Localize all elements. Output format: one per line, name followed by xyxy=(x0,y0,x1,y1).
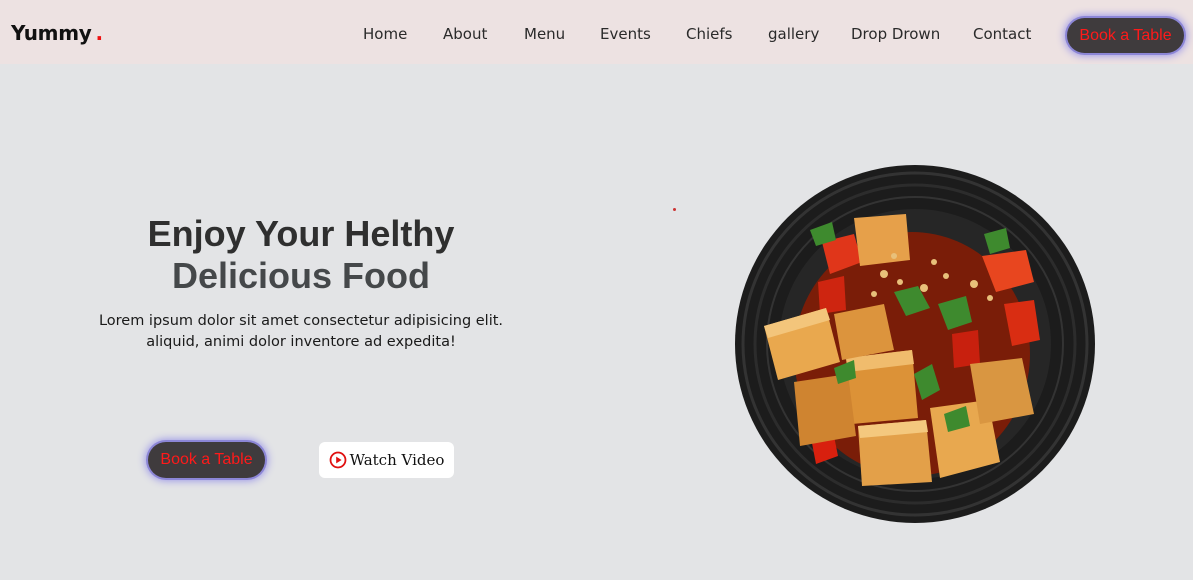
nav-item-menu[interactable]: Menu xyxy=(524,25,565,43)
nav-item-home[interactable]: Home xyxy=(363,25,407,43)
hero-text-line2: aliquid, animi dolor inventore ad expedi… xyxy=(146,334,456,350)
nav-item-chiefs[interactable]: Chiefs xyxy=(686,25,732,43)
watch-video-label: Watch Video xyxy=(349,451,445,469)
decorative-dot xyxy=(673,208,676,211)
site-header: Yummy. Home About Menu Events Chiefs gal… xyxy=(0,0,1193,64)
brand-logo[interactable]: Yummy. xyxy=(11,21,103,45)
hero-title-line1: Enjoy Your Helthy xyxy=(147,213,455,254)
hero-title-line2: Delicious Food xyxy=(171,255,430,296)
hero-description: Lorem ipsum dolor sit amet consectetur a… xyxy=(60,311,542,353)
nav-item-about[interactable]: About xyxy=(443,25,487,43)
watch-video-button[interactable]: Watch Video xyxy=(319,442,454,478)
book-table-button-hero[interactable]: Book a Table xyxy=(148,442,265,478)
play-circle-icon xyxy=(329,451,346,469)
nav-item-gallery[interactable]: gallery xyxy=(768,25,819,43)
nav-item-contact[interactable]: Contact xyxy=(973,25,1031,43)
brand-name: Yummy xyxy=(11,21,92,45)
brand-dot: . xyxy=(95,21,103,45)
nav-item-events[interactable]: Events xyxy=(600,25,651,43)
book-table-button-header[interactable]: Book a Table xyxy=(1067,18,1184,53)
hero-text-line1: Lorem ipsum dolor sit amet consectetur a… xyxy=(98,313,504,329)
nav-item-drop-down[interactable]: Drop Drown xyxy=(851,25,940,43)
food-bowl-image xyxy=(735,165,1095,523)
